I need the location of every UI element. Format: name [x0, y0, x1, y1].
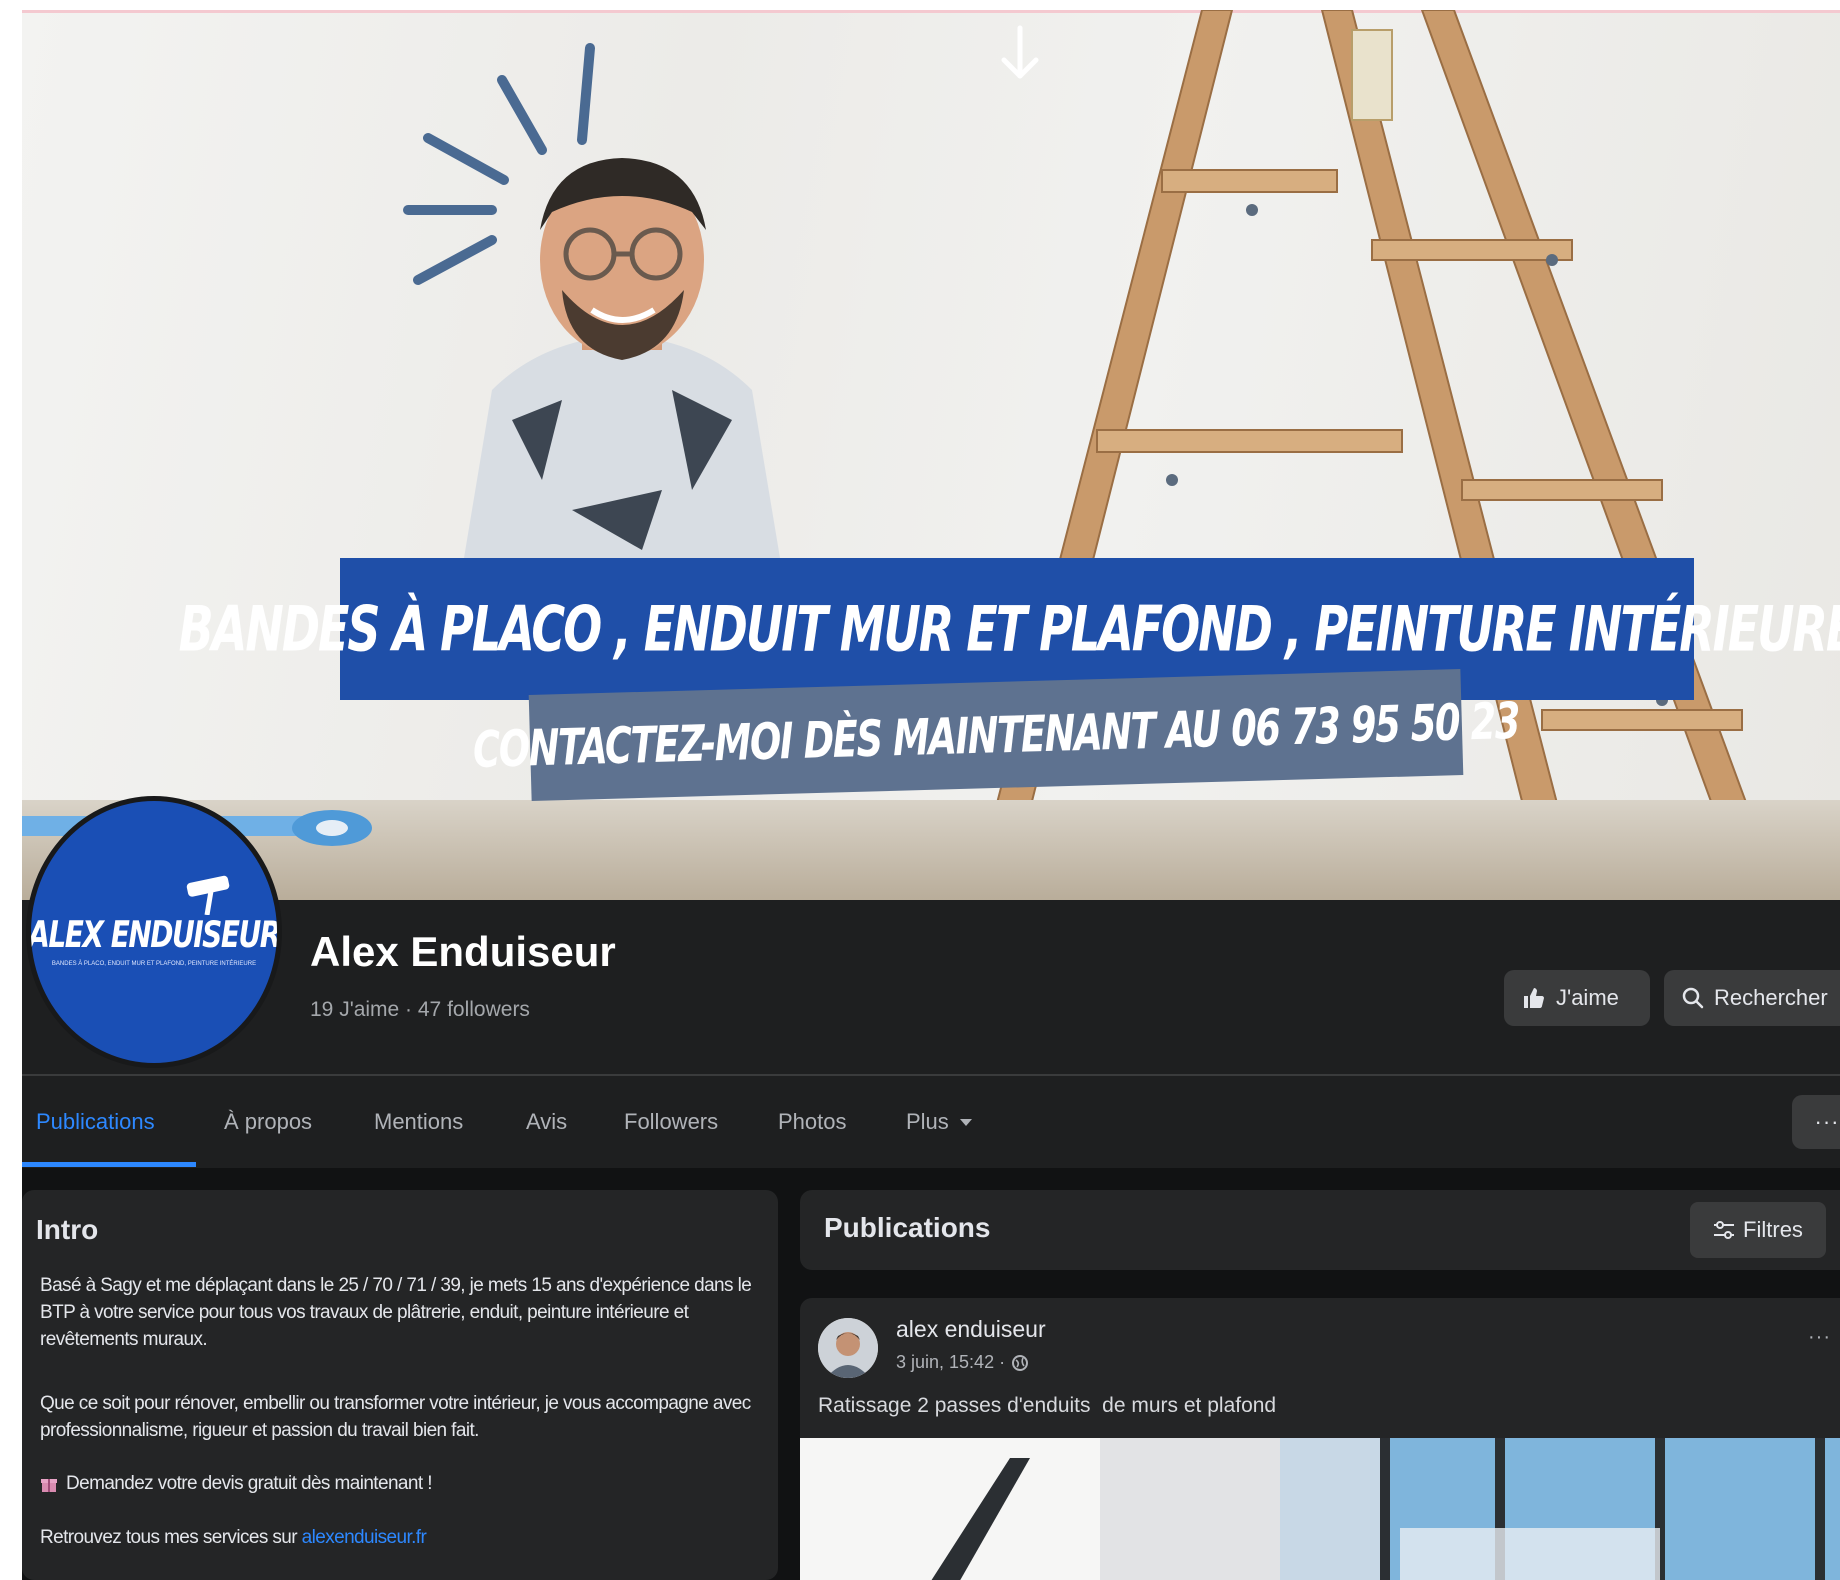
tab-label: Plus — [906, 1109, 949, 1134]
post-author-avatar[interactable] — [818, 1318, 878, 1378]
page-stats: 19 J'aime · 47 followers — [310, 998, 530, 1021]
intro-paragraph-1: Basé à Sagy et me déplaçant dans le 25 /… — [40, 1275, 752, 1350]
post-timestamp[interactable]: 3 juin, 15:42 · — [896, 1352, 1005, 1373]
publications-title: Publications — [824, 1212, 991, 1243]
tab-label: Avis — [526, 1109, 568, 1134]
like-button-label: J'aime — [1556, 985, 1619, 1010]
intro-cta: Demandez votre devis gratuit dès mainten… — [66, 1473, 432, 1494]
cover-headline-banner: BANDES À PLACO , ENDUIT MUR ET PLAFOND ,… — [179, 558, 1840, 700]
intro-card: Intro Basé à Sagy et me déplaçant dans l… — [22, 1190, 778, 1580]
search-icon — [1682, 987, 1704, 1009]
profile-picture[interactable]: ALEX ENDUISEUR BANDES À PLACO, ENDUIT MU… — [26, 796, 282, 1068]
tab-label: Photos — [778, 1109, 847, 1134]
tab-a-propos[interactable]: À propos — [224, 1076, 312, 1168]
intro-paragraph-2: Que ce soit pour rénover, embellir ou tr… — [40, 1393, 751, 1441]
down-arrow-icon — [1001, 25, 1039, 79]
globe-icon — [1012, 1354, 1029, 1371]
publications-header: Publications Filtres — [800, 1190, 1840, 1270]
post-author-name[interactable]: alex enduiseur — [896, 1316, 1046, 1343]
tab-label: Publications — [36, 1109, 155, 1134]
filters-icon — [1714, 1221, 1735, 1239]
post-text: Ratissage 2 passes d'enduits de murs et … — [818, 1394, 1277, 1417]
search-button-label: Rechercher — [1714, 985, 1828, 1010]
logo-text: ALEX ENDUISEUR — [28, 912, 280, 956]
caret-down-icon — [959, 1119, 972, 1126]
paint-roller-icon — [186, 875, 230, 915]
more-options-button[interactable]: ··· — [1792, 1095, 1840, 1149]
intro-paragraph-3: Demandez votre devis gratuit dès mainten… — [40, 1470, 760, 1497]
cover-photo[interactable]: BANDES À PLACO , ENDUIT MUR ET PLAFOND ,… — [22, 10, 1840, 900]
tab-followers[interactable]: Followers — [624, 1076, 718, 1168]
active-tab-indicator — [22, 1162, 196, 1167]
page-tabs: Publications À propos Mentions Avis Foll… — [22, 1076, 1840, 1168]
like-button[interactable]: J'aime — [1504, 970, 1650, 1026]
tab-photos[interactable]: Photos — [778, 1076, 847, 1168]
facebook-page-frame: BANDES À PLACO , ENDUIT MUR ET PLAFOND ,… — [22, 10, 1840, 1580]
more-options-icon: ··· — [1814, 1109, 1840, 1134]
avatar-photo — [818, 1318, 878, 1378]
cover-contact-line: CONTACTEZ-MOI DÈS MAINTENANT AU 06 73 95… — [472, 691, 1520, 779]
intro-paragraph-4: Retrouvez tous mes services sur alexendu… — [40, 1524, 760, 1551]
intro-website-prefix: Retrouvez tous mes services sur — [40, 1527, 302, 1548]
search-button[interactable]: Rechercher — [1664, 970, 1840, 1026]
post-image[interactable] — [800, 1438, 1840, 1580]
page-title: Alex Enduiseur — [310, 928, 616, 975]
website-link[interactable]: alexenduiseur.fr — [302, 1527, 427, 1548]
tab-publications[interactable]: Publications — [36, 1076, 155, 1168]
logo-subtext: BANDES À PLACO, ENDUIT MUR ET PLAFOND, P… — [51, 960, 257, 967]
filters-button-label: Filtres — [1743, 1217, 1803, 1242]
person-photo — [462, 158, 782, 570]
tab-label: Mentions — [374, 1109, 464, 1134]
post-options-button[interactable]: ··· — [1808, 1326, 1831, 1349]
cover-headline: BANDES À PLACO , ENDUIT MUR ET PLAFOND ,… — [178, 592, 1840, 666]
filters-button[interactable]: Filtres — [1690, 1202, 1826, 1258]
tab-mentions[interactable]: Mentions — [374, 1076, 463, 1168]
tab-avis[interactable]: Avis — [526, 1076, 567, 1168]
tab-plus[interactable]: Plus — [906, 1076, 973, 1168]
tab-label: À propos — [224, 1109, 313, 1134]
post-meta: 3 juin, 15:42 · — [896, 1352, 1029, 1373]
tab-label: Followers — [624, 1109, 719, 1134]
intro-title: Intro — [36, 1214, 99, 1245]
post-card: alex enduiseur 3 juin, 15:42 · ··· Ratis… — [800, 1298, 1840, 1580]
thumbs-up-icon — [1524, 988, 1544, 1008]
gift-icon — [41, 1478, 57, 1492]
